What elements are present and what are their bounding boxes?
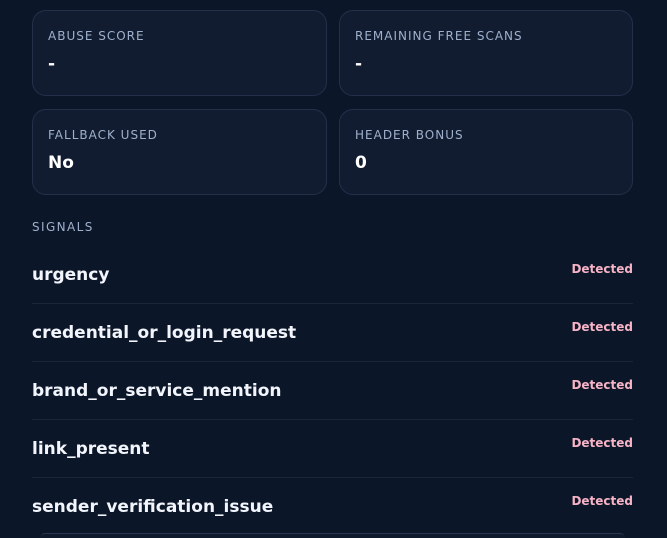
signal-row-credential-or-login-request: credential_or_login_request Detected [32, 304, 633, 362]
header-bonus-card: HEADER BONUS 0 [339, 109, 633, 195]
signal-name: credential_or_login_request [32, 323, 297, 343]
abuse-score-value: - [48, 54, 56, 74]
abuse-score-label: ABUSE SCORE [48, 29, 145, 43]
signal-status-badge: Detected [571, 262, 633, 276]
signal-name: urgency [32, 265, 110, 285]
fallback-used-value: No [48, 153, 74, 173]
remaining-free-scans-card: REMAINING FREE SCANS - [339, 10, 633, 96]
signal-name: brand_or_service_mention [32, 381, 282, 401]
signal-status-badge: Detected [571, 320, 633, 334]
fallback-used-card: FALLBACK USED No [32, 109, 327, 195]
fallback-used-label: FALLBACK USED [48, 128, 158, 142]
signal-list: urgency Detected credential_or_login_req… [32, 246, 633, 535]
signal-status-badge: Detected [571, 436, 633, 450]
signal-row-sender-verification-issue: sender_verification_issue Detected [32, 478, 633, 535]
remaining-free-scans-label: REMAINING FREE SCANS [355, 29, 523, 43]
results-panel: ABUSE SCORE - REMAINING FREE SCANS - FAL… [0, 0, 667, 538]
signal-row-urgency: urgency Detected [32, 246, 633, 304]
signal-name: sender_verification_issue [32, 497, 274, 517]
remaining-free-scans-value: - [355, 54, 363, 74]
signal-status-badge: Detected [571, 378, 633, 392]
signal-row-link-present: link_present Detected [32, 420, 633, 478]
signal-status-badge: Detected [571, 494, 633, 508]
abuse-score-card: ABUSE SCORE - [32, 10, 327, 96]
header-bonus-value: 0 [355, 153, 367, 173]
next-section-edge [40, 533, 625, 538]
signal-row-brand-or-service-mention: brand_or_service_mention Detected [32, 362, 633, 420]
stats-grid: ABUSE SCORE - REMAINING FREE SCANS - FAL… [32, 10, 633, 195]
header-bonus-label: HEADER BONUS [355, 128, 464, 142]
signal-name: link_present [32, 439, 150, 459]
signals-heading: SIGNALS [32, 220, 94, 234]
